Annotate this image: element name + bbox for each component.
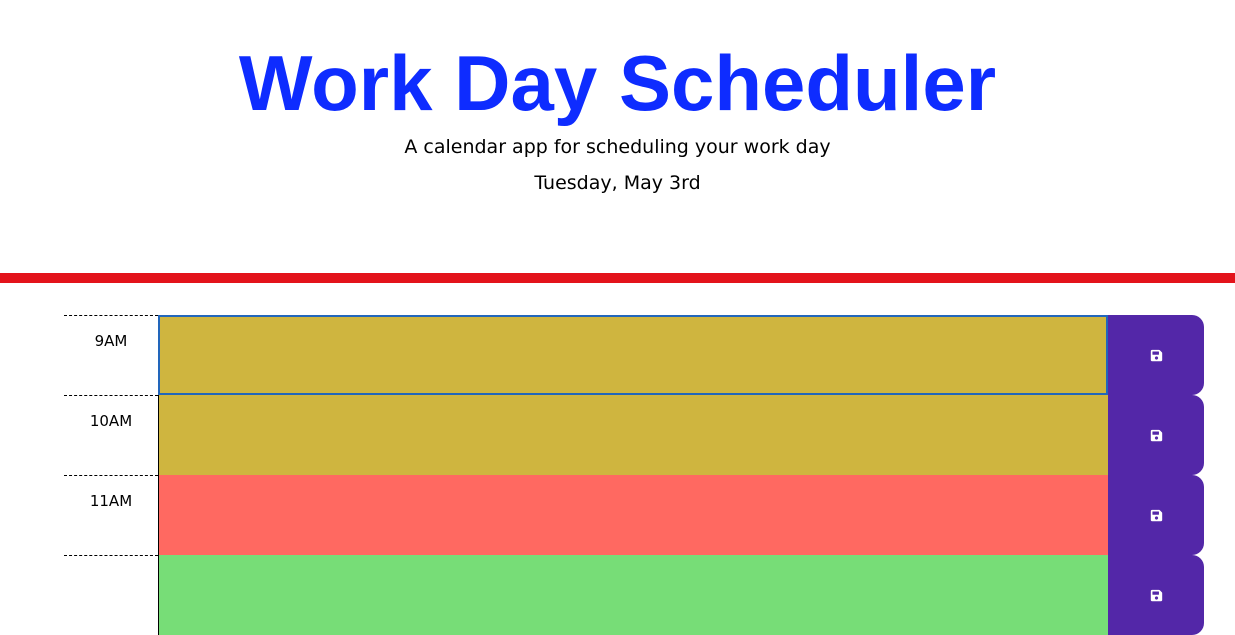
event-description-input[interactable]	[158, 475, 1108, 555]
time-block-row: 11AM	[64, 475, 1204, 555]
page-title: Work Day Scheduler	[238, 39, 997, 127]
save-button[interactable]	[1108, 475, 1204, 555]
floppy-disk-icon	[1150, 509, 1162, 521]
floppy-disk-icon	[1150, 429, 1162, 441]
current-day: Tuesday, May 3rd	[534, 172, 701, 194]
save-button[interactable]	[1108, 395, 1204, 475]
event-description-input[interactable]	[158, 395, 1108, 475]
hour-label	[64, 555, 158, 635]
hour-label: 9AM	[64, 315, 158, 395]
hour-label: 11AM	[64, 475, 158, 555]
page-subtitle: A calendar app for scheduling your work …	[404, 136, 831, 158]
time-block-row: 10AM	[64, 395, 1204, 475]
header-divider	[0, 273, 1235, 283]
save-button[interactable]	[1108, 555, 1204, 635]
time-block-row	[64, 555, 1204, 635]
event-description-input[interactable]	[158, 555, 1108, 635]
event-description-input[interactable]	[158, 315, 1108, 395]
floppy-disk-icon	[1150, 589, 1162, 601]
hour-label: 10AM	[64, 395, 158, 475]
save-button[interactable]	[1108, 315, 1204, 395]
header: Work Day Scheduler A calendar app for sc…	[0, 0, 1235, 273]
time-block-row: 9AM	[64, 315, 1204, 395]
floppy-disk-icon	[1150, 349, 1162, 361]
